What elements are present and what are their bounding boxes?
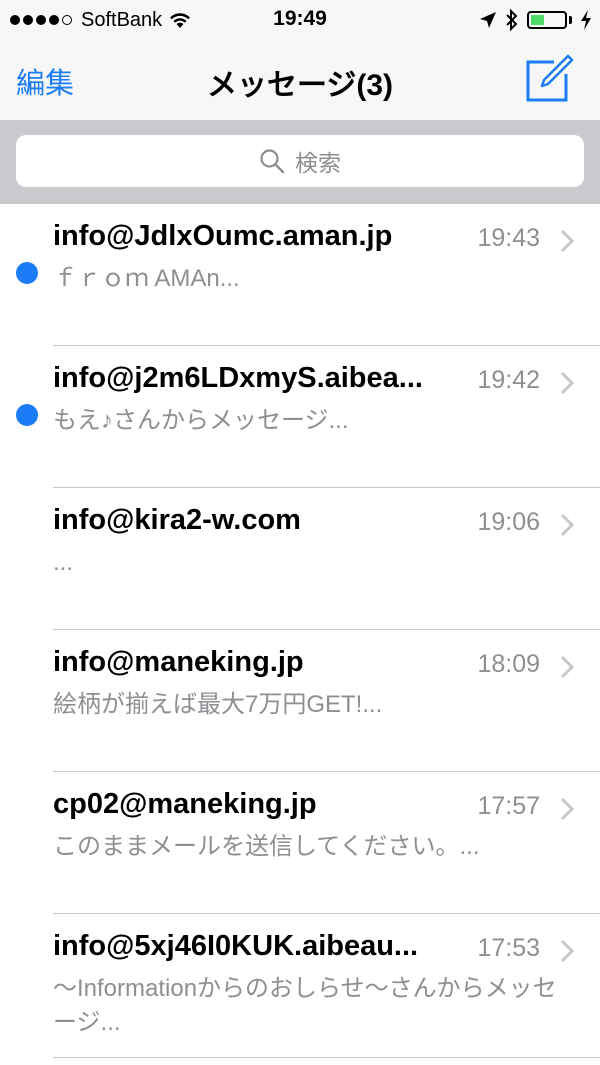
message-preview: ...	[53, 549, 74, 576]
chevron-right-icon	[560, 371, 575, 395]
message-preview: このままメールを送信してください。...	[53, 833, 480, 860]
message-row[interactable]: info@5xj46I0KUK.aibeau... 17:53 〜Informa…	[0, 914, 600, 1058]
status-right-icons	[479, 8, 592, 32]
compose-icon[interactable]	[524, 54, 574, 104]
search-input[interactable]: 検索	[16, 135, 584, 187]
chevron-right-icon	[560, 229, 575, 253]
location-arrow-icon	[480, 12, 496, 28]
chevron-right-icon	[560, 513, 575, 537]
unread-dot-icon	[16, 404, 38, 426]
battery-level	[531, 15, 544, 25]
unread-dot-icon	[16, 262, 38, 284]
message-preview: もえ♪さんからメッセージ...	[53, 407, 349, 434]
chevron-right-icon	[560, 655, 575, 679]
message-preview: 絵柄が揃えば最大7万円GET!...	[53, 691, 383, 718]
chevron-right-icon	[560, 939, 575, 963]
message-sender: cp02@maneking.jp	[53, 788, 317, 820]
navigation-bar: 編集 メッセージ(3)	[0, 40, 600, 120]
battery-icon	[527, 11, 567, 29]
row-separator	[53, 1057, 600, 1058]
search-icon	[260, 149, 285, 174]
message-preview: 〜Informationからのおしらせ〜さんからメッセージ...	[53, 975, 557, 1036]
message-sender: info@kira2-w.com	[53, 504, 301, 536]
message-row[interactable]: info@maneking.jp 18:09 絵柄が揃えば最大7万円GET!..…	[0, 630, 600, 772]
status-bar: SoftBank 19:49	[0, 0, 600, 40]
message-time: 19:06	[477, 508, 540, 536]
search-area: 検索	[0, 120, 600, 204]
message-time: 17:57	[477, 792, 540, 820]
message-time: 17:53	[477, 934, 540, 962]
message-row[interactable]: info@j2m6LDxmyS.aibea... 19:42 もえ♪さんからメッ…	[0, 346, 600, 488]
message-row[interactable]: info@kira2-w.com 19:06 ...	[0, 488, 600, 630]
message-row[interactable]: cp02@maneking.jp 17:57 このままメールを送信してください。…	[0, 772, 600, 914]
charging-bolt-icon	[581, 10, 591, 30]
message-time: 18:09	[477, 650, 540, 678]
message-sender: info@j2m6LDxmyS.aibea...	[53, 362, 423, 394]
message-time: 19:42	[477, 366, 540, 394]
search-placeholder: 検索	[295, 150, 341, 176]
message-list: info@JdlxOumc.aman.jp 19:43 ｆｒｏｍ AMAn...…	[0, 204, 600, 1058]
page-title: メッセージ(3)	[206, 69, 394, 102]
message-sender: info@maneking.jp	[53, 646, 304, 678]
bluetooth-icon	[506, 9, 518, 31]
battery-tip	[569, 16, 572, 24]
message-sender: info@JdlxOumc.aman.jp	[53, 220, 393, 252]
chevron-right-icon	[560, 797, 575, 821]
message-row[interactable]: info@JdlxOumc.aman.jp 19:43 ｆｒｏｍ AMAn...	[0, 204, 600, 346]
message-time: 19:43	[477, 224, 540, 252]
message-preview: ｆｒｏｍ AMAn...	[53, 265, 240, 292]
message-sender: info@5xj46I0KUK.aibeau...	[53, 930, 419, 962]
